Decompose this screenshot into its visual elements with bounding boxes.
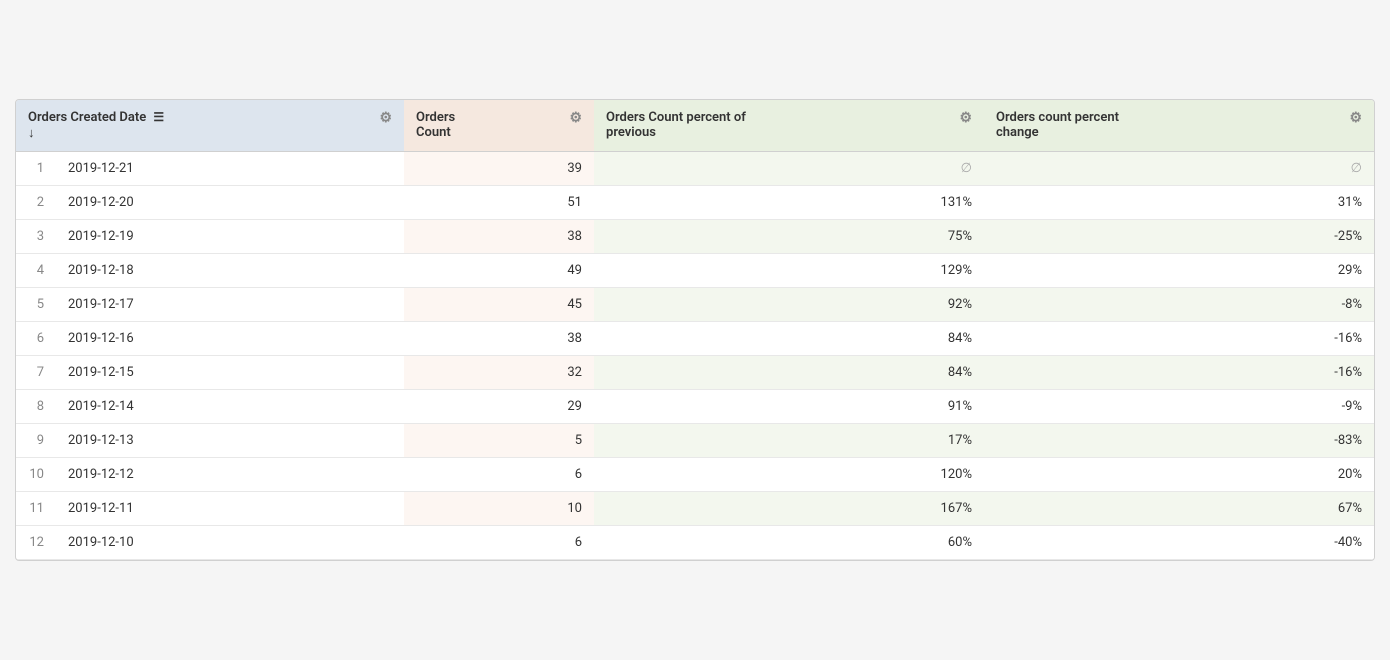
cell-percent-prev: 60%	[594, 526, 984, 560]
row-number: 2	[16, 186, 56, 220]
cell-count: 6	[404, 458, 594, 492]
cell-percent-change: -16%	[984, 356, 1374, 390]
cell-date: 2019-12-15	[56, 356, 404, 390]
cell-percent-prev: 84%	[594, 322, 984, 356]
cell-count: 38	[404, 322, 594, 356]
table-row: 82019-12-142991%-9%	[16, 390, 1374, 424]
col-date-label-1: Orders Created Date	[28, 110, 146, 125]
table-row: 72019-12-153284%-16%	[16, 356, 1374, 390]
cell-date: 2019-12-13	[56, 424, 404, 458]
cell-count: 6	[404, 526, 594, 560]
cell-percent-change: 31%	[984, 186, 1374, 220]
null-symbol: ∅	[1351, 161, 1362, 176]
cell-date: 2019-12-12	[56, 458, 404, 492]
col-percent-prev-gear-icon[interactable]: ⚙	[959, 110, 972, 126]
row-number: 7	[16, 356, 56, 390]
col-count-gear-icon[interactable]: ⚙	[569, 110, 582, 126]
cell-percent-change: -25%	[984, 220, 1374, 254]
col-percent-change-label-1: Orders count percent	[996, 110, 1119, 125]
table-row: 42019-12-1849129%29%	[16, 254, 1374, 288]
cell-date: 2019-12-14	[56, 390, 404, 424]
cell-count: 49	[404, 254, 594, 288]
data-table: Orders Created Date ☰ ↓ ⚙ Orders Cou	[15, 99, 1375, 561]
cell-date: 2019-12-21	[56, 152, 404, 186]
row-number: 4	[16, 254, 56, 288]
cell-count: 45	[404, 288, 594, 322]
row-number: 3	[16, 220, 56, 254]
cell-date: 2019-12-16	[56, 322, 404, 356]
cell-percent-prev: 92%	[594, 288, 984, 322]
table-row: 102019-12-126120%20%	[16, 458, 1374, 492]
col-percent-prev-label-1: Orders Count percent of	[606, 110, 746, 125]
cell-date: 2019-12-11	[56, 492, 404, 526]
cell-count: 32	[404, 356, 594, 390]
cell-percent-prev: 167%	[594, 492, 984, 526]
row-number: 1	[16, 152, 56, 186]
table-row: 12019-12-2139 ∅ ∅	[16, 152, 1374, 186]
cell-count: 51	[404, 186, 594, 220]
col-header-percent-change: Orders count percent change ⚙	[984, 100, 1374, 152]
table-row: 112019-12-1110167%67%	[16, 492, 1374, 526]
cell-percent-change: -83%	[984, 424, 1374, 458]
cell-count: 38	[404, 220, 594, 254]
table-row: 62019-12-163884%-16%	[16, 322, 1374, 356]
cell-count: 10	[404, 492, 594, 526]
table-row: 92019-12-13517%-83%	[16, 424, 1374, 458]
table-row: 52019-12-174592%-8%	[16, 288, 1374, 322]
cell-count: 5	[404, 424, 594, 458]
cell-percent-prev: 17%	[594, 424, 984, 458]
table-row: 32019-12-193875%-25%	[16, 220, 1374, 254]
cell-percent-prev: 91%	[594, 390, 984, 424]
table-row: 22019-12-2051131%31%	[16, 186, 1374, 220]
col-percent-prev-label-2: previous	[606, 125, 656, 140]
cell-percent-prev: 131%	[594, 186, 984, 220]
col-percent-change-gear-icon[interactable]: ⚙	[1349, 110, 1362, 126]
cell-percent-prev: 129%	[594, 254, 984, 288]
cell-date: 2019-12-20	[56, 186, 404, 220]
col-header-date: Orders Created Date ☰ ↓ ⚙	[16, 100, 404, 152]
col-header-percent-prev: Orders Count percent of previous ⚙	[594, 100, 984, 152]
col-count-label-2: Count	[416, 125, 451, 140]
col-percent-change-label-2: change	[996, 125, 1039, 140]
cell-percent-change: 67%	[984, 492, 1374, 526]
cell-percent-prev: 75%	[594, 220, 984, 254]
cell-percent-change: 29%	[984, 254, 1374, 288]
cell-date: 2019-12-17	[56, 288, 404, 322]
cell-percent-prev: 84%	[594, 356, 984, 390]
cell-percent-change: -8%	[984, 288, 1374, 322]
cell-percent-change: -9%	[984, 390, 1374, 424]
cell-percent-change: -16%	[984, 322, 1374, 356]
cell-date: 2019-12-18	[56, 254, 404, 288]
cell-percent-prev: ∅	[594, 152, 984, 186]
row-number: 10	[16, 458, 56, 492]
col-date-label-2: ↓	[28, 126, 35, 141]
null-symbol: ∅	[961, 161, 972, 176]
row-number: 12	[16, 526, 56, 560]
row-number: 11	[16, 492, 56, 526]
cell-count: 39	[404, 152, 594, 186]
col-date-gear-icon[interactable]: ⚙	[379, 110, 392, 126]
cell-date: 2019-12-19	[56, 220, 404, 254]
col-count-label-1: Orders	[416, 110, 455, 125]
row-number: 5	[16, 288, 56, 322]
table-row: 122019-12-10660%-40%	[16, 526, 1374, 560]
cell-percent-change: -40%	[984, 526, 1374, 560]
sort-icon[interactable]: ☰	[153, 110, 164, 124]
cell-count: 29	[404, 390, 594, 424]
row-number: 9	[16, 424, 56, 458]
cell-percent-prev: 120%	[594, 458, 984, 492]
row-number: 8	[16, 390, 56, 424]
row-number: 6	[16, 322, 56, 356]
col-header-count: Orders Count ⚙	[404, 100, 594, 152]
cell-percent-change: 20%	[984, 458, 1374, 492]
table-header-row: Orders Created Date ☰ ↓ ⚙ Orders Cou	[16, 100, 1374, 152]
cell-percent-change: ∅	[984, 152, 1374, 186]
cell-date: 2019-12-10	[56, 526, 404, 560]
